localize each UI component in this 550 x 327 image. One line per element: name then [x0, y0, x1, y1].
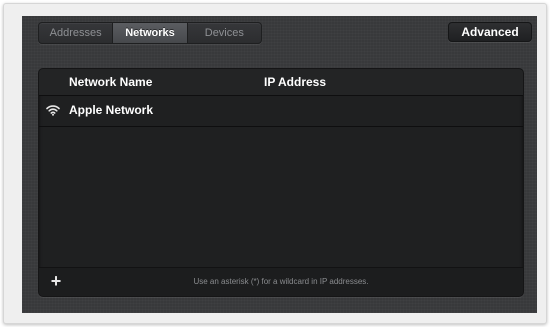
tab-addresses[interactable]: Addresses	[39, 23, 114, 43]
window-frame: Addresses Networks Devices Advanced Netw…	[3, 3, 547, 324]
column-header-ip-address[interactable]: IP Address	[264, 75, 326, 89]
network-name: Apple Network	[69, 103, 154, 117]
table-header: Network Name IP Address	[39, 69, 523, 96]
tab-devices[interactable]: Devices	[188, 23, 261, 43]
wildcard-hint: Use an asterisk (*) for a wildcard in IP…	[193, 277, 369, 286]
wifi-icon	[46, 103, 60, 116]
network-panel: Addresses Networks Devices Advanced Netw…	[22, 16, 537, 313]
networks-table: Network Name IP Address Apple Network + …	[38, 68, 524, 297]
table-row[interactable]: Apple Network	[39, 96, 523, 127]
view-tabs: Addresses Networks Devices	[38, 22, 262, 44]
table-footer: + Use an asterisk (*) for a wildcard in …	[39, 267, 523, 296]
advanced-button[interactable]: Advanced	[448, 22, 532, 42]
tab-networks[interactable]: Networks	[113, 23, 188, 43]
column-header-network-name[interactable]: Network Name	[69, 75, 152, 89]
